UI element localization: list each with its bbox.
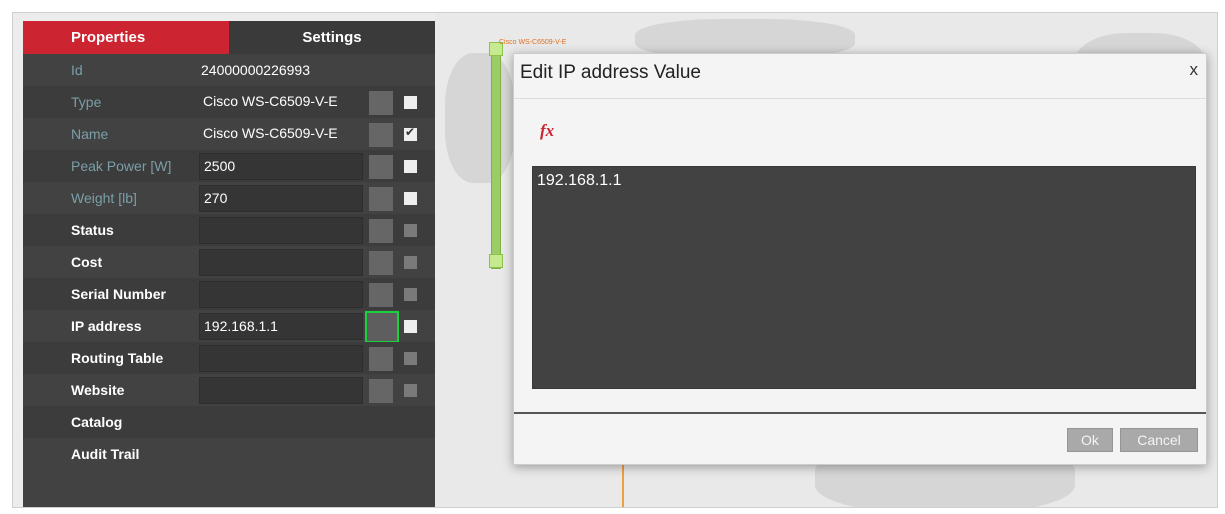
property-row-routing-table: Routing Table: [23, 342, 435, 374]
expression-button[interactable]: [369, 379, 393, 403]
property-label: Weight [lb]: [71, 190, 137, 206]
function-icon[interactable]: fx: [540, 121, 554, 141]
map-link-line: [622, 465, 624, 507]
expression-button[interactable]: [369, 251, 393, 275]
name-field[interactable]: Cisco WS-C6509-V-E: [199, 121, 363, 148]
property-row-id: Id 24000000226993: [23, 54, 435, 86]
property-row-type: Type Cisco WS-C6509-V-E: [23, 86, 435, 118]
edit-value-dialog: Edit IP address Value x fx 192.168.1.1 O…: [513, 53, 1207, 465]
dialog-footer-divider: [514, 412, 1206, 414]
expression-button[interactable]: [369, 283, 393, 307]
device-node[interactable]: [489, 42, 503, 269]
device-node-label: Cisco WS-C6509-V-E: [499, 39, 567, 46]
dialog-title: Edit IP address Value: [520, 62, 701, 83]
status-field[interactable]: [199, 217, 363, 244]
visibility-checkbox[interactable]: [404, 288, 417, 301]
website-field[interactable]: [199, 377, 363, 404]
peak-power-field[interactable]: 2500: [199, 153, 363, 180]
serial-number-field[interactable]: [199, 281, 363, 308]
cost-field[interactable]: [199, 249, 363, 276]
visibility-checkbox[interactable]: [404, 96, 417, 109]
tab-settings[interactable]: Settings: [229, 21, 435, 54]
tab-properties[interactable]: Properties: [23, 21, 229, 54]
cancel-button[interactable]: Cancel: [1120, 428, 1198, 452]
ip-address-field[interactable]: 192.168.1.1: [199, 313, 363, 340]
map-landmass: [445, 53, 515, 183]
expression-button[interactable]: [365, 311, 399, 343]
property-row-catalog: Catalog: [23, 406, 435, 438]
property-label: Cost: [71, 254, 103, 270]
panel-tabs: Properties Settings: [23, 21, 435, 54]
dialog-divider: [514, 98, 1206, 99]
visibility-checkbox[interactable]: [404, 160, 417, 173]
property-label: Serial Number: [71, 286, 166, 302]
property-row-peak-power: Peak Power [W] 2500: [23, 150, 435, 182]
property-row-name: Name Cisco WS-C6509-V-E: [23, 118, 435, 150]
property-row-audit-trail: Audit Trail: [23, 438, 435, 470]
property-label: Id: [71, 62, 83, 78]
ok-button[interactable]: Ok: [1067, 428, 1113, 452]
visibility-checkbox[interactable]: [404, 352, 417, 365]
property-label: Name: [71, 126, 109, 142]
routing-table-field[interactable]: [199, 345, 363, 372]
visibility-checkbox[interactable]: [404, 384, 417, 397]
property-label: Status: [71, 222, 114, 238]
properties-panel: Properties Settings Id 24000000226993 Ty…: [23, 21, 435, 507]
visibility-checkbox[interactable]: [404, 256, 417, 269]
type-field[interactable]: Cisco WS-C6509-V-E: [199, 89, 363, 116]
weight-field[interactable]: 270: [199, 185, 363, 212]
property-row-ip-address: IP address 192.168.1.1: [23, 310, 435, 343]
expression-button[interactable]: [369, 219, 393, 243]
property-label: Catalog: [71, 414, 123, 430]
property-row-serial-number: Serial Number: [23, 278, 435, 310]
visibility-checkbox[interactable]: [404, 320, 417, 333]
property-row-website: Website: [23, 374, 435, 406]
visibility-checkbox[interactable]: [404, 125, 417, 141]
expression-button[interactable]: [369, 347, 393, 371]
property-label: Audit Trail: [71, 446, 140, 462]
expression-button[interactable]: [369, 155, 393, 179]
app-frame: Cisco WS-C6509-V-E Properties Settings I…: [12, 12, 1218, 508]
expression-button[interactable]: [369, 91, 393, 115]
visibility-checkbox[interactable]: [404, 192, 417, 205]
expression-button[interactable]: [369, 187, 393, 211]
property-label: Website: [71, 382, 125, 398]
property-label: Type: [71, 94, 102, 110]
property-label: IP address: [71, 318, 142, 334]
resize-handle[interactable]: [489, 254, 503, 268]
close-icon[interactable]: x: [1190, 60, 1199, 80]
property-row-weight: Weight [lb] 270: [23, 182, 435, 214]
expression-editor[interactable]: 192.168.1.1: [532, 166, 1196, 389]
property-row-cost: Cost: [23, 246, 435, 278]
property-row-status: Status: [23, 214, 435, 246]
property-label: Peak Power [W]: [71, 158, 172, 174]
property-label: Routing Table: [71, 350, 164, 366]
property-value: 24000000226993: [201, 62, 311, 78]
visibility-checkbox[interactable]: [404, 224, 417, 237]
expression-button[interactable]: [369, 123, 393, 147]
